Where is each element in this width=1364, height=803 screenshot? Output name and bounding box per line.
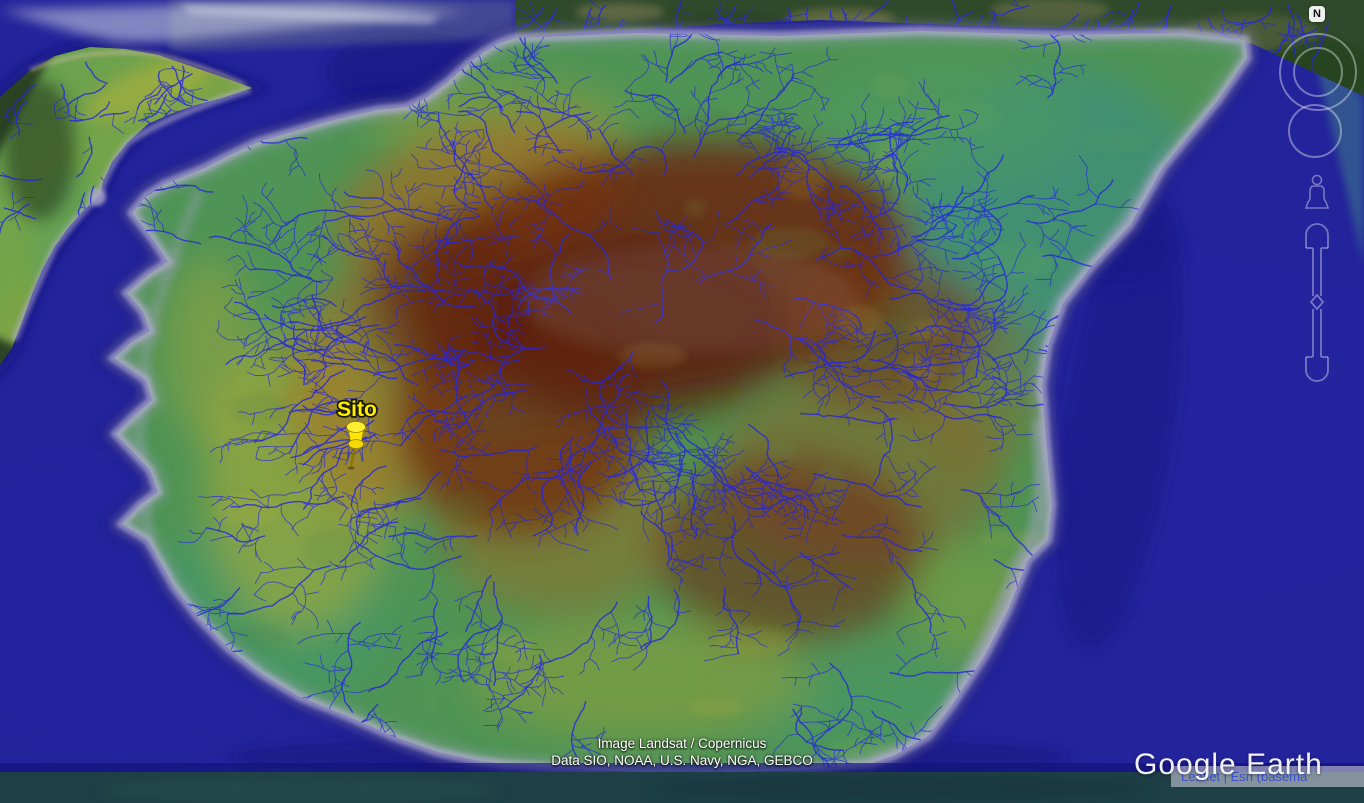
google-earth-logo: Google Earth: [1134, 748, 1323, 782]
placemark-label[interactable]: Sito: [337, 398, 377, 421]
compass-north-button[interactable]: N: [1309, 6, 1325, 22]
map-scene: Sito: [0, 0, 1364, 803]
earth-viewport[interactable]: Sito N Image Landsat / Copernicus Data S…: [0, 0, 1364, 803]
